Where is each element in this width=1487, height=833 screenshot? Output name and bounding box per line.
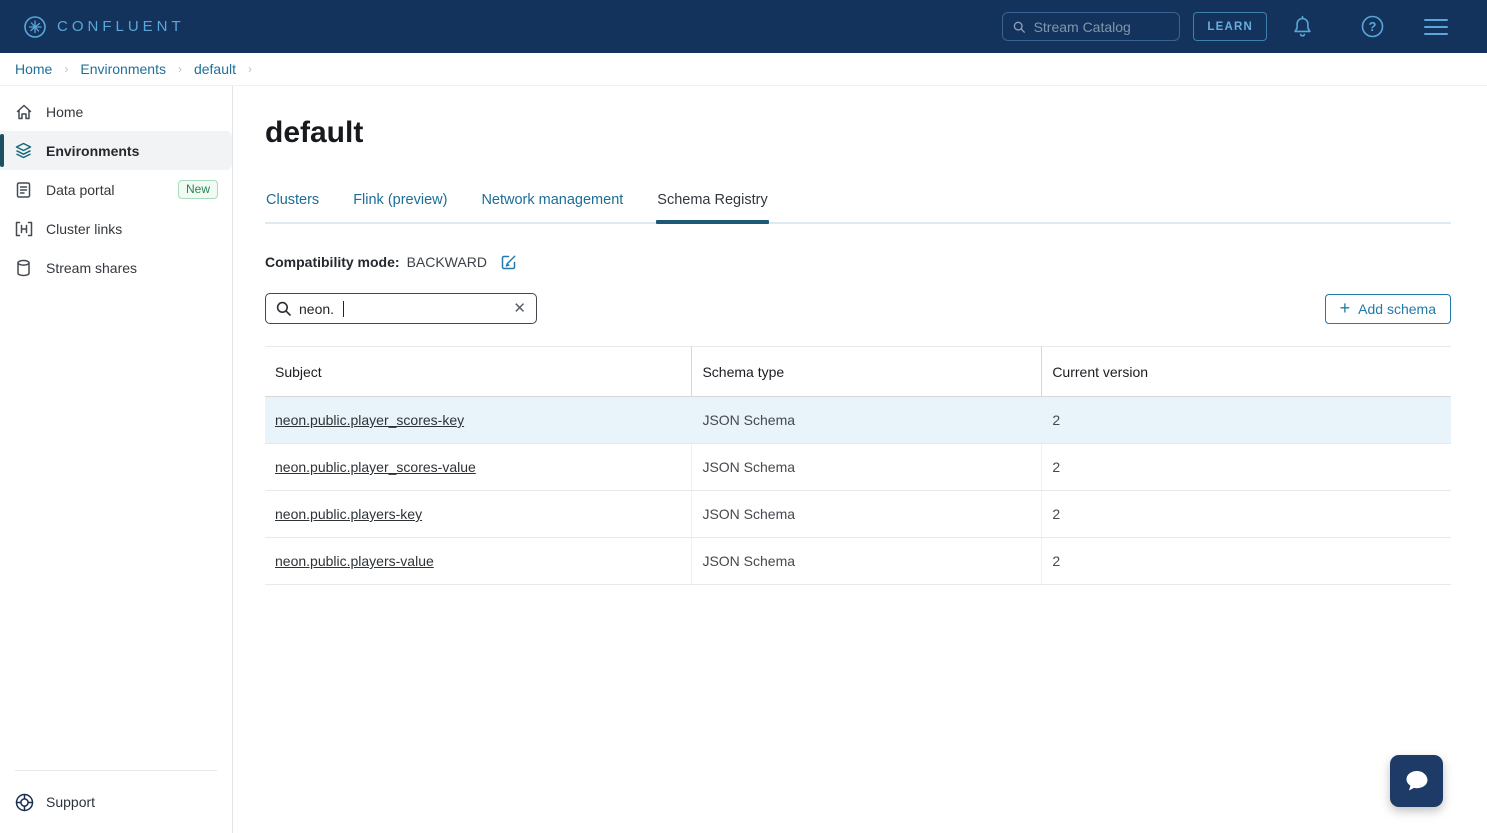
column-header-current-version: Current version [1042,347,1451,397]
column-header-subject: Subject [265,347,692,397]
search-icon [276,301,291,316]
schema-type-cell: JSON Schema [692,491,1042,538]
new-badge: New [178,180,218,199]
support-lifering-icon [15,793,34,812]
version-cell: 2 [1042,538,1451,585]
version-cell: 2 [1042,444,1451,491]
sidebar-item-label: Home [46,104,83,120]
tab-schema-registry[interactable]: Schema Registry [656,186,768,222]
chevron-right-icon: › [178,62,182,76]
table-header-row: Subject Schema type Current version [265,347,1451,397]
notifications-button[interactable] [1267,15,1337,39]
home-icon [14,103,33,121]
compatibility-mode-label: Compatibility mode: [265,254,400,270]
top-navbar: CONFLUENT LEARN ? [0,0,1487,53]
help-icon: ? [1361,15,1384,38]
version-cell: 2 [1042,491,1451,538]
text-cursor [343,301,344,317]
subject-link[interactable]: neon.public.player_scores-key [275,412,464,428]
sidebar-item-label: Cluster links [46,221,122,237]
table-row: neon.public.players-value JSON Schema 2 [265,538,1451,585]
clear-search-button[interactable]: ✕ [513,301,526,316]
menu-icon [1424,18,1448,36]
sidebar-item-label: Environments [46,143,139,159]
chat-bubble-icon [1403,768,1431,794]
main-content: default Clusters Flink (preview) Network… [233,86,1487,833]
sidebar-item-label: Data portal [46,182,114,198]
page-title: default [265,116,1451,150]
bell-icon [1291,15,1314,39]
learn-button[interactable]: LEARN [1193,12,1267,41]
search-icon [1013,20,1025,34]
subject-link[interactable]: neon.public.players-key [275,506,422,522]
table-row: neon.public.player_scores-value JSON Sch… [265,444,1451,491]
chat-support-button[interactable] [1390,755,1443,807]
breadcrumb-home[interactable]: Home [15,61,52,77]
stream-catalog-input[interactable] [1034,19,1170,35]
plus-icon: + [1340,299,1351,317]
add-schema-label: Add schema [1358,301,1436,317]
subject-link[interactable]: neon.public.player_scores-value [275,459,476,475]
sidebar-item-home[interactable]: Home [0,92,232,131]
chevron-right-icon: › [248,62,252,76]
document-icon [14,181,33,199]
schema-search-input[interactable]: neon. ✕ [265,293,537,324]
breadcrumb-default[interactable]: default [194,61,236,77]
breadcrumb: Home › Environments › default › [0,53,1487,86]
schema-type-cell: JSON Schema [692,397,1042,444]
svg-text:?: ? [1368,19,1376,34]
help-button[interactable]: ? [1337,15,1407,38]
chevron-right-icon: › [64,62,68,76]
subject-link[interactable]: neon.public.players-value [275,553,434,569]
main-menu-button[interactable] [1407,18,1465,36]
sidebar-item-cluster-links[interactable]: Cluster links [0,209,232,248]
compatibility-mode-row: Compatibility mode: BACKWARD [265,254,1451,270]
column-header-schema-type: Schema type [692,347,1042,397]
table-row: neon.public.player_scores-key JSON Schem… [265,397,1451,444]
support-label: Support [46,794,95,810]
sidebar-item-data-portal[interactable]: Data portal New [0,170,232,209]
tab-clusters[interactable]: Clusters [265,186,320,222]
stream-catalog-search[interactable] [1002,12,1180,41]
schemas-table: Subject Schema type Current version neon… [265,346,1451,585]
sidebar-item-support[interactable]: Support [0,771,232,833]
database-icon [14,259,33,277]
brand-name: CONFLUENT [57,18,185,35]
sidebar-item-stream-shares[interactable]: Stream shares [0,248,232,287]
compatibility-mode-value: BACKWARD [407,254,487,270]
tab-flink-preview[interactable]: Flink (preview) [352,186,448,222]
table-row: neon.public.players-key JSON Schema 2 [265,491,1451,538]
tab-network-management[interactable]: Network management [480,186,624,222]
confluent-spark-icon [24,16,46,38]
sidebar: Home Environments [0,86,233,833]
add-schema-button[interactable]: + Add schema [1325,294,1451,324]
environment-tabs: Clusters Flink (preview) Network managem… [265,186,1451,224]
schema-type-cell: JSON Schema [692,444,1042,491]
schema-search-value: neon. [299,301,334,317]
breadcrumb-environments[interactable]: Environments [80,61,166,77]
cluster-links-icon [14,221,33,237]
layers-icon [14,141,33,160]
edit-compatibility-button[interactable] [501,254,517,270]
sidebar-item-environments[interactable]: Environments [0,131,232,170]
sidebar-item-label: Stream shares [46,260,137,276]
confluent-logo[interactable]: CONFLUENT [24,16,185,38]
schema-toolbar: neon. ✕ + Add schema [265,293,1451,324]
schema-type-cell: JSON Schema [692,538,1042,585]
version-cell: 2 [1042,397,1451,444]
